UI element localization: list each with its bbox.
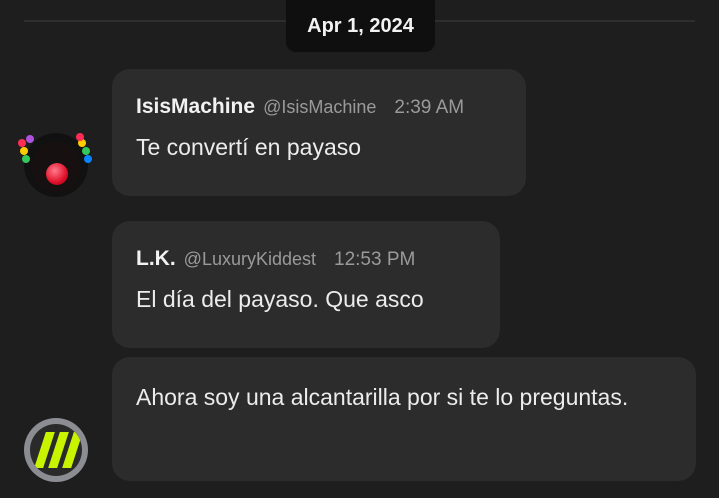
author-name[interactable]: L.K. <box>136 247 176 271</box>
hair-puff-icon <box>26 135 34 143</box>
author-handle: @LuxuryKiddest <box>183 249 317 269</box>
message-header: L.K. @LuxuryKiddest 12:53 PM <box>136 247 476 271</box>
date-separator: Apr 1, 2024 <box>286 0 435 52</box>
hair-puff-icon <box>22 155 30 163</box>
message-text: Ahora soy una alcantarilla por si te lo … <box>136 384 629 410</box>
message-timestamp: 2:39 AM <box>394 97 465 118</box>
hair-puff-icon <box>18 139 26 147</box>
clown-avatar[interactable] <box>18 133 92 197</box>
message-timestamp: 12:53 PM <box>334 249 416 270</box>
hair-puff-icon <box>76 133 84 141</box>
message-header: IsisMachine @IsisMachine 2:39 AM <box>136 95 502 119</box>
date-separator-label: Apr 1, 2024 <box>307 14 414 37</box>
hair-puff-icon <box>82 147 90 155</box>
sewer-grate-icon <box>30 424 82 476</box>
clown-nose-icon <box>46 163 68 185</box>
message-text: Te convertí en payaso <box>136 134 362 160</box>
author-name[interactable]: IsisMachine <box>136 95 255 119</box>
hair-puff-icon <box>20 147 28 155</box>
message-bubble[interactable]: IsisMachine @IsisMachine 2:39 AM Te conv… <box>112 69 526 196</box>
message-bubble[interactable]: L.K. @LuxuryKiddest 12:53 PM El día del … <box>112 221 500 348</box>
message-text: El día del payaso. Que asco <box>136 286 424 312</box>
hair-puff-icon <box>84 155 92 163</box>
author-handle: @IsisMachine <box>263 97 377 117</box>
message-bubble[interactable]: Ahora soy una alcantarilla por si te lo … <box>112 357 696 481</box>
sewer-avatar[interactable] <box>24 418 88 482</box>
